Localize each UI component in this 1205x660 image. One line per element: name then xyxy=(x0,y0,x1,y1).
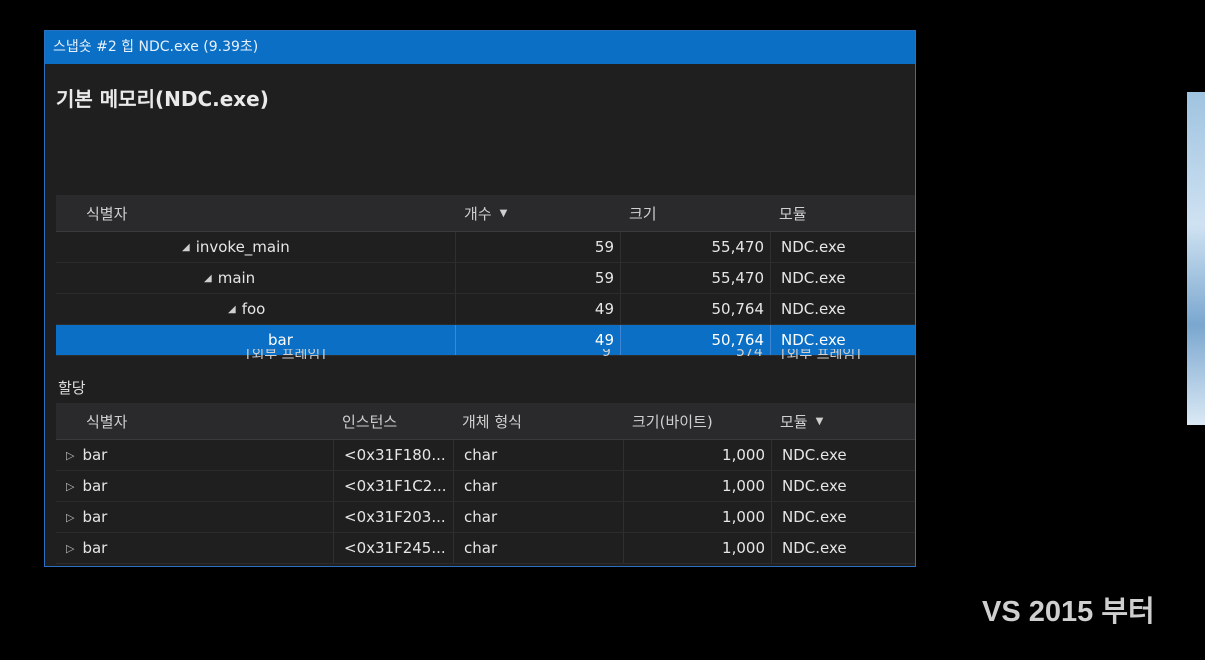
memory-snapshot-window: 스냅숏 #2 힙 NDC.exe (9.39초) 기본 메모리(NDC.exe)… xyxy=(44,30,916,567)
allocations-label: 할당 xyxy=(58,379,86,397)
table-row[interactable]: ▷ bar <0x31F1C2... char 1,000 NDC.exe xyxy=(56,471,915,502)
table-row[interactable]: ▷ bar <0x31F203... char 1,000 NDC.exe xyxy=(56,502,915,533)
table-row[interactable]: ▷ bar <0x31F180... char 1,000 NDC.exe xyxy=(56,440,915,471)
row-identifier: bar xyxy=(82,446,108,464)
row-size: 55,470 xyxy=(621,263,771,293)
table-row[interactable]: ◢ foo 49 50,764 NDC.exe xyxy=(56,294,915,325)
row-instance: <0x31F180... xyxy=(334,440,454,470)
row-size: 1,000 xyxy=(624,502,772,532)
row-identifier: bar xyxy=(268,331,293,349)
row-module: NDC.exe xyxy=(771,294,915,324)
expand-triangle-icon[interactable]: ▷ xyxy=(66,542,74,555)
row-instance: <0x31F1C2... xyxy=(334,471,454,501)
sort-desc-icon: ▼ xyxy=(499,207,508,219)
row-module: NDC.exe xyxy=(771,263,915,293)
row-object-type: char xyxy=(454,502,624,532)
table-row[interactable]: ◢ invoke_main 59 55,470 NDC.exe xyxy=(56,232,915,263)
row-count: 49 xyxy=(456,294,621,324)
row-identifier: bar xyxy=(82,508,108,526)
background-image-strip xyxy=(1187,92,1205,425)
column-header-size[interactable]: 크기 xyxy=(621,195,771,231)
row-identifier: bar xyxy=(82,539,108,557)
row-size: 1,000 xyxy=(624,471,772,501)
collapse-triangle-icon[interactable]: ◢ xyxy=(228,304,236,315)
table-header: 식별자 개수 ▼ 크기 모듈 xyxy=(56,195,915,232)
window-title: 스냅숏 #2 힙 NDC.exe (9.39초) xyxy=(45,31,915,64)
collapse-triangle-icon[interactable]: ◢ xyxy=(182,242,190,253)
row-size: 1,000 xyxy=(624,533,772,563)
call-tree-table: 식별자 개수 ▼ 크기 모듈 ◢ invoke_main 59 55,470 N… xyxy=(56,195,915,356)
row-object-type: char xyxy=(454,471,624,501)
column-header-identifier[interactable]: 식별자 xyxy=(56,403,334,439)
table-header: 식별자 인스턴스 개체 형식 크기(바이트) 모듈 ▼ xyxy=(56,403,915,440)
row-identifier: foo xyxy=(241,300,266,318)
row-instance: <0x31F245... xyxy=(334,533,454,563)
row-size: 50,764 xyxy=(621,294,771,324)
expand-triangle-icon[interactable]: ▷ xyxy=(66,480,74,493)
row-module: NDC.exe xyxy=(772,471,915,501)
row-instance: <0x31F203... xyxy=(334,502,454,532)
column-header-module[interactable]: 모듈 ▼ xyxy=(772,403,915,439)
page-title: 기본 메모리(NDC.exe) xyxy=(56,87,269,111)
row-count: 59 xyxy=(456,263,621,293)
collapse-triangle-icon[interactable]: ◢ xyxy=(204,273,212,284)
table-row[interactable]: ▷ bar <0x31F245... char 1,000 NDC.exe xyxy=(56,533,915,564)
row-identifier: invoke_main xyxy=(195,238,290,256)
row-module: NDC.exe xyxy=(772,440,915,470)
expand-triangle-icon[interactable]: ▷ xyxy=(66,449,74,462)
column-header-size-bytes[interactable]: 크기(바이트) xyxy=(624,403,772,439)
row-module: NDC.exe xyxy=(772,502,915,532)
column-header-module[interactable]: 모듈 xyxy=(771,195,915,231)
row-count: 59 xyxy=(456,232,621,262)
expand-triangle-icon[interactable]: ▷ xyxy=(66,511,74,524)
column-header-count[interactable]: 개수 ▼ xyxy=(456,195,621,231)
sort-desc-icon: ▼ xyxy=(815,415,824,427)
slide-caption: VS 2015 부터 xyxy=(982,596,1155,628)
row-module: NDC.exe xyxy=(771,232,915,262)
table-row-partial[interactable]: [외부 프레임] 9 574 [외부 프레임] xyxy=(56,349,915,359)
column-header-identifier[interactable]: 식별자 xyxy=(56,195,456,231)
row-size: 1,000 xyxy=(624,440,772,470)
table-row[interactable]: ◢ main 59 55,470 NDC.exe xyxy=(56,263,915,294)
row-size: 55,470 xyxy=(621,232,771,262)
row-identifier: bar xyxy=(82,477,108,495)
row-object-type: char xyxy=(454,440,624,470)
column-header-object-type[interactable]: 개체 형식 xyxy=(454,403,624,439)
column-header-instance[interactable]: 인스턴스 xyxy=(334,403,454,439)
row-identifier: main xyxy=(217,269,256,287)
allocations-table: 식별자 인스턴스 개체 형식 크기(바이트) 모듈 ▼ ▷ bar <0x31F… xyxy=(56,403,915,564)
row-module: NDC.exe xyxy=(772,533,915,563)
row-object-type: char xyxy=(454,533,624,563)
